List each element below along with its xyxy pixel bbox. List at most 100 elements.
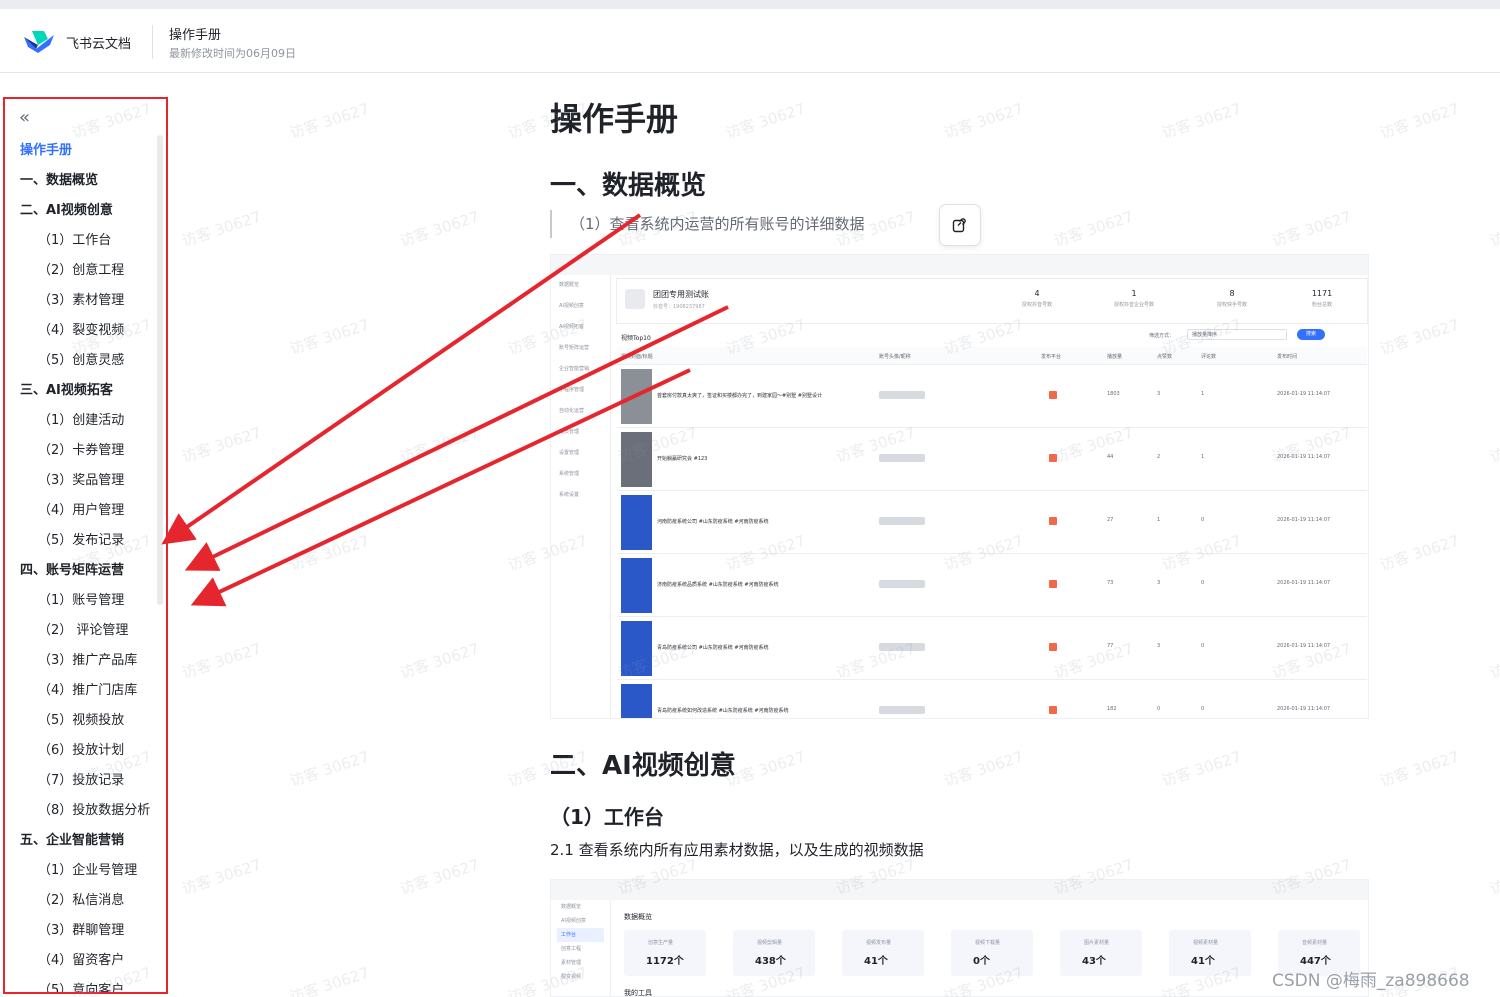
toc-item[interactable]: （1）企业号管理 xyxy=(5,856,165,886)
video-thumbnail xyxy=(621,684,652,718)
toc-item[interactable]: （5）发布记录 xyxy=(5,526,165,556)
screenshot-topbar xyxy=(551,880,1368,900)
toc-item[interactable]: （6）投放计划 xyxy=(5,736,165,766)
toc-item[interactable]: 三、AI视频拓客 xyxy=(5,376,165,406)
blurred-account-name xyxy=(879,643,925,651)
toc-item[interactable]: 五、企业智能营销 xyxy=(5,826,165,856)
my-tools-label: 我的工具 xyxy=(624,989,652,997)
column-header: 账号头像/昵称 xyxy=(879,354,911,360)
toc-item[interactable]: （3）素材管理 xyxy=(5,286,165,316)
toc-item[interactable]: （8）投放数据分析 xyxy=(5,796,165,826)
toc-item[interactable]: （3）推广产品库 xyxy=(5,646,165,676)
toc-item[interactable]: 操作手册 xyxy=(5,136,165,166)
toc-item[interactable]: （3）奖品管理 xyxy=(5,466,165,496)
stat: 1 授权抖音企业号数 xyxy=(1113,289,1154,308)
subsection-heading-workbench: （1）工作台 xyxy=(550,805,664,829)
toc-item[interactable]: （5）创意灵感 xyxy=(5,346,165,376)
watermark: 访客 30627 xyxy=(1487,208,1500,251)
watermark: 访客 30627 xyxy=(941,99,1026,143)
account-summary-card: 团团专用测试账 抖音号：1908237987 4 授权抖音号数 1 授权抖音企业号数… xyxy=(617,279,1367,323)
video-title: 青岛防疫系统如何改造系统 #山东防疫系统 #河南防疫系统 xyxy=(657,708,789,714)
platform-icon xyxy=(1049,517,1057,525)
watermark: 访客 30627 xyxy=(1377,315,1462,359)
video-thumbnail xyxy=(621,432,652,487)
toc-item[interactable]: 二、AI视频创意 xyxy=(5,196,165,226)
toc-item[interactable]: （2）创意工程 xyxy=(5,256,165,286)
screenshot-data-overview: 数据概览 AI视频创意 AI视频拓客 账号矩阵运营 企业智能营销 小程序管理 自动化运营 成员… xyxy=(550,254,1369,719)
top-strip xyxy=(0,0,1500,9)
screenshot-nav-item: 系统管理 xyxy=(559,471,580,477)
blurred-account-name xyxy=(879,580,925,588)
toc-item[interactable]: （4）裂变视频 xyxy=(5,316,165,346)
toc-item[interactable]: （1）创建活动 xyxy=(5,406,165,436)
video-title: 济南防疫系统品质系统 #山东防疫系统 #河南防疫系统 xyxy=(657,582,779,588)
column-header: 发布平台 xyxy=(1041,354,1062,360)
screenshot-nav-item: 创意工程 xyxy=(561,946,582,952)
column-header: 发布时间 xyxy=(1277,354,1298,360)
video-title: 青岛防疫系统公司 #山东防疫系统 #河南防疫系统 xyxy=(657,645,769,651)
column-header: 视频封面/标题 xyxy=(621,354,653,360)
watermark: 访客 30627 xyxy=(179,423,264,467)
toc-item[interactable]: （3）群聊管理 xyxy=(5,916,165,946)
video-thumbnail xyxy=(621,558,652,613)
cell-comments: 1 xyxy=(1201,391,1205,397)
toc-item[interactable]: （4）用户管理 xyxy=(5,496,165,526)
toc-item[interactable]: （7）投放记录 xyxy=(5,766,165,796)
toc-item[interactable]: （2）卡券管理 xyxy=(5,436,165,466)
stat: 8 授权快手号数 xyxy=(1216,289,1247,308)
screenshot-topbar xyxy=(551,255,1368,275)
video-title: 河南防疫系统公司 #山东防疫系统 #河南防疫系统 xyxy=(657,519,769,525)
toc-item[interactable]: （2）私信消息 xyxy=(5,886,165,916)
screenshot-nav-item: 工作台 xyxy=(557,928,604,942)
toc-item[interactable]: （4）留资客户 xyxy=(5,946,165,976)
table-of-contents: « 操作手册 一、数据概览 二、AI视频创意 （1）工作台 （2）创意工程 （3）素材管理… xyxy=(3,97,168,994)
toc-item[interactable]: （4）推广门店库 xyxy=(5,676,165,706)
toc-item[interactable]: （5）视频投放 xyxy=(5,706,165,736)
cell-comments: 0 xyxy=(1201,706,1205,712)
screenshot-nav-item: AI视频创意 xyxy=(559,303,584,309)
filter-select[interactable]: 播放量降序 xyxy=(1187,329,1287,340)
kpi-value: 0个 xyxy=(973,956,990,967)
toc-item[interactable]: 四、账号矩阵运营 xyxy=(5,556,165,586)
kpi-label: 视频剪辑量 xyxy=(757,940,783,946)
cell-comments: 0 xyxy=(1201,517,1205,523)
kpi-value: 41个 xyxy=(1191,956,1215,967)
screenshot-nav-item: 自动化运营 xyxy=(559,408,585,414)
video-top-label: 视频Top10 xyxy=(621,335,651,342)
watermark: 访客 30627 xyxy=(1377,99,1462,143)
link-icon xyxy=(952,218,966,233)
video-title: 首套房付款真太爽了，签证和买楼都办完了，到建家园～#别墅 #别墅设计 xyxy=(657,393,822,399)
kpi-label: 视频素材量 xyxy=(1193,940,1219,946)
copy-link-button[interactable] xyxy=(939,204,981,246)
toc-item[interactable]: （5）意向客户 xyxy=(5,976,165,992)
video-thumbnail xyxy=(621,621,652,676)
watermark: 访客 30627 xyxy=(397,855,482,899)
watermark: 访客 30627 xyxy=(1051,207,1136,251)
screenshot-nav-item: 账号矩阵运营 xyxy=(559,345,590,351)
toc-item[interactable]: （2） 评论管理 xyxy=(5,616,165,646)
account-id: 抖音号：1908237987 xyxy=(653,304,705,310)
cell-likes: 3 xyxy=(1157,643,1161,649)
kpi-value: 1172个 xyxy=(646,956,684,967)
toc-item[interactable]: 一、数据概览 xyxy=(5,166,165,196)
table-header: 视频封面/标题 账号头像/昵称 发布平台 播放量 点赞数 评论数 发布时间 xyxy=(617,347,1367,365)
watermark: 访客 30627 xyxy=(1377,531,1462,575)
collapse-toc-icon[interactable]: « xyxy=(19,107,30,128)
brand-name[interactable]: 飞书云文档 xyxy=(66,33,131,52)
kpi-value: 438个 xyxy=(755,956,786,967)
cell-plays: 44 xyxy=(1107,454,1114,460)
platform-icon xyxy=(1049,643,1057,651)
cell-likes: 1 xyxy=(1157,517,1161,523)
kpi-card: 视频素材量 41个 xyxy=(1169,930,1251,976)
table-row: 首套房付款真太爽了，签证和买楼都办完了，到建家园～#别墅 #别墅设计 1803 3 1… xyxy=(617,365,1367,428)
toc-item[interactable]: （1）工作台 xyxy=(5,226,165,256)
feishu-logo-icon[interactable] xyxy=(22,29,56,55)
cell-time: 2026-01-19 11:14:07 xyxy=(1277,706,1331,712)
kpi-card: 图片素材量 43个 xyxy=(1060,930,1142,976)
platform-icon xyxy=(1049,391,1057,399)
screenshot-nav-item: 系统设置 xyxy=(559,492,580,498)
search-button[interactable]: 搜索 xyxy=(1297,329,1325,340)
platform-icon xyxy=(1049,706,1057,714)
toc-item[interactable]: （1）账号管理 xyxy=(5,586,165,616)
screenshot-nav-item: 数据概览 xyxy=(559,282,580,288)
